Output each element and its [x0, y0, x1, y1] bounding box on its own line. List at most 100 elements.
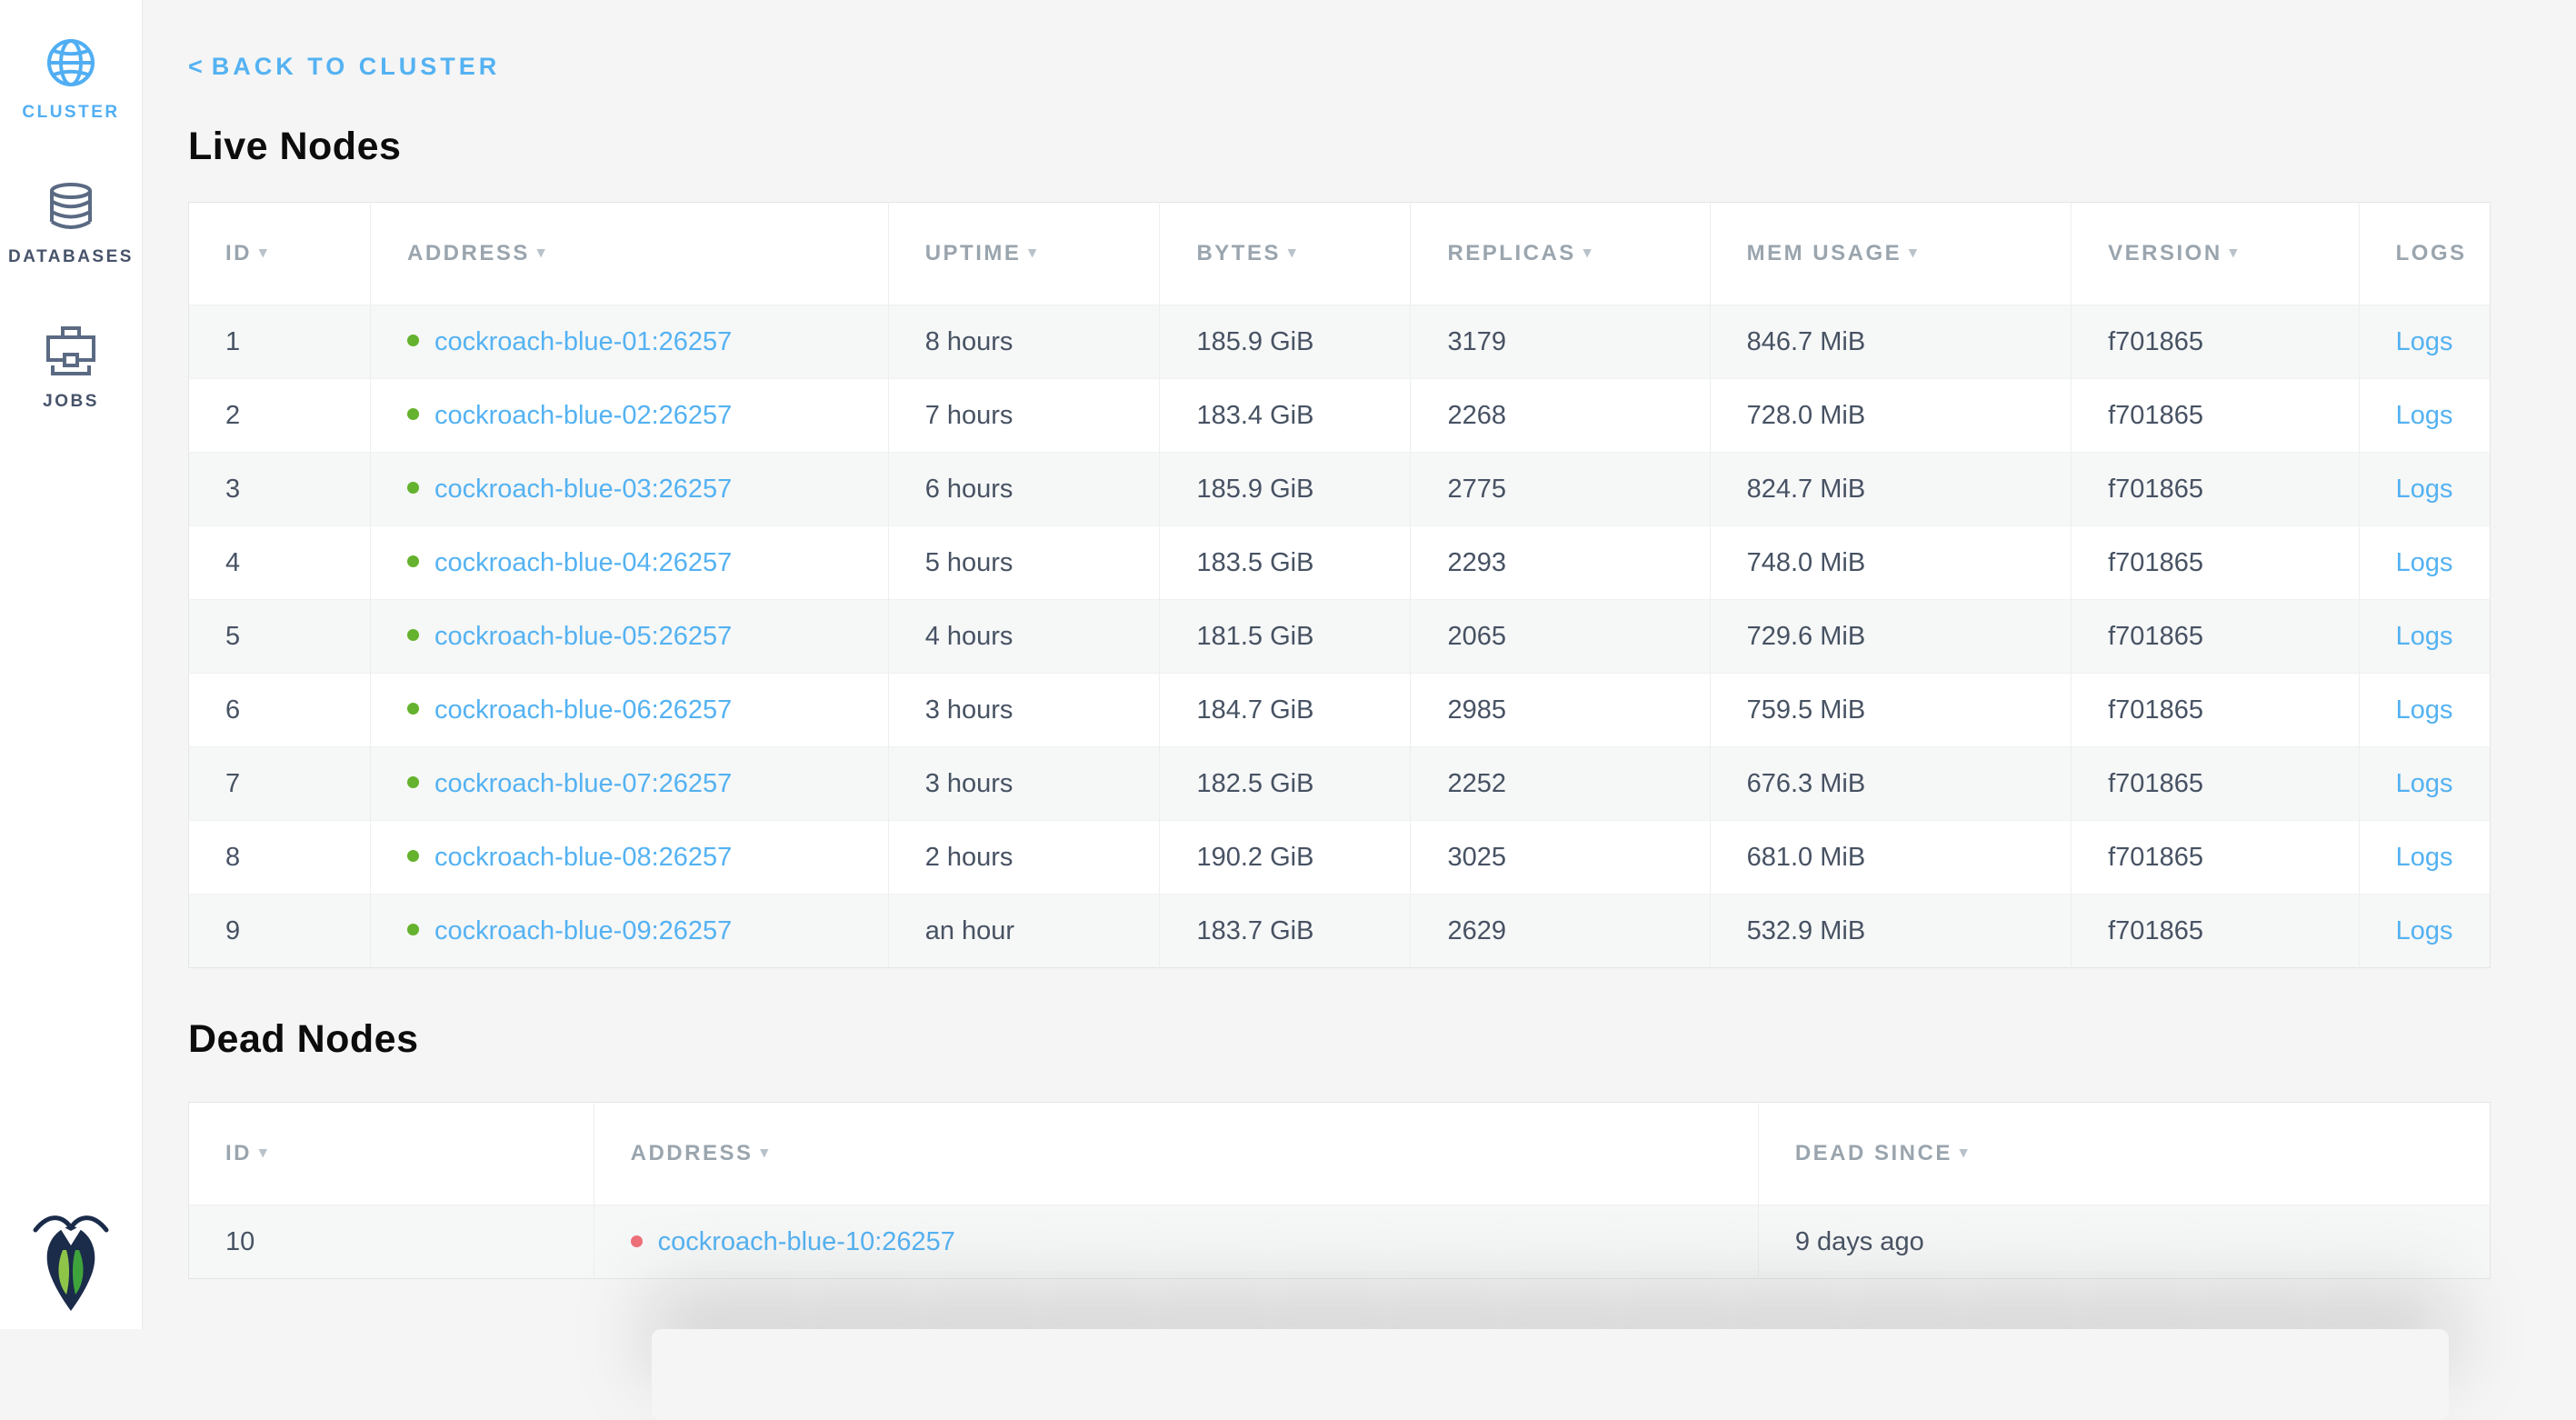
logs-link[interactable]: Logs	[2396, 548, 2453, 577]
mem-usage-cell: 676.3 MiB	[1710, 747, 2072, 821]
bytes-cell: 185.9 GiB	[1160, 453, 1411, 526]
uptime-cell: 8 hours	[888, 305, 1160, 379]
address-cell: cockroach-blue-05:26257	[371, 600, 889, 674]
column-header-label: VERSION	[2108, 241, 2222, 265]
bytes-cell: 183.5 GiB	[1160, 526, 1411, 600]
mem-usage-cell: 532.9 MiB	[1710, 895, 2072, 968]
replicas-cell: 2775	[1411, 453, 1710, 526]
node-id-cell: 5	[189, 600, 371, 674]
column-header-address[interactable]: ADDRESS ▾	[371, 203, 889, 305]
live-node-row: 9cockroach-blue-09:26257an hour183.7 GiB…	[189, 895, 2491, 968]
column-header-label: ADDRESS	[407, 241, 530, 265]
sort-arrow-icon: ▾	[537, 244, 545, 261]
node-address-link[interactable]: cockroach-blue-08:26257	[434, 843, 732, 872]
version-cell: f701865	[2072, 895, 2360, 968]
column-header-address[interactable]: ADDRESS▾	[594, 1103, 1758, 1205]
dead-node-row: 10cockroach-blue-10:262579 days ago	[189, 1205, 2491, 1279]
sidebar: CLUSTER DATABASES JOBS	[0, 0, 143, 1329]
bytes-cell: 182.5 GiB	[1160, 747, 1411, 821]
version-cell: f701865	[2072, 305, 2360, 379]
logs-cell: Logs	[2359, 453, 2490, 526]
replicas-cell: 2268	[1411, 379, 1710, 453]
node-address-link[interactable]: cockroach-blue-01:26257	[434, 327, 732, 356]
column-header-id[interactable]: ID ▾	[189, 1103, 594, 1205]
node-address-link[interactable]: cockroach-blue-04:26257	[434, 548, 732, 577]
version-cell: f701865	[2072, 379, 2360, 453]
node-id-cell: 4	[189, 526, 371, 600]
globe-icon	[43, 35, 99, 91]
node-address-link[interactable]: cockroach-blue-02:26257	[434, 401, 732, 430]
column-header-replicas[interactable]: REPLICAS▾	[1411, 203, 1710, 305]
sidebar-item-databases[interactable]: DATABASES	[0, 179, 142, 267]
live-nodes-title: Live Nodes	[188, 126, 2576, 167]
logs-cell: Logs	[2359, 747, 2490, 821]
address-cell: cockroach-blue-07:26257	[371, 747, 889, 821]
column-header-version[interactable]: VERSION ▾	[2072, 203, 2360, 305]
column-header-label: ID	[225, 241, 252, 265]
live-nodes-header-row: ID▾ADDRESS▾UPTIME▾BYTES▾REPLICAS▾MEM USA…	[189, 203, 2491, 305]
bytes-cell: 183.7 GiB	[1160, 895, 1411, 968]
bytes-cell: 185.9 GiB	[1160, 305, 1411, 379]
sort-arrow-icon: ▾	[760, 1144, 768, 1161]
column-header-label: ID	[225, 1141, 252, 1165]
sidebar-item-cluster[interactable]: CLUSTER	[0, 35, 142, 123]
logs-cell: Logs	[2359, 895, 2490, 968]
node-id-cell: 3	[189, 453, 371, 526]
logs-cell: Logs	[2359, 305, 2490, 379]
live-node-row: 3cockroach-blue-03:262576 hours185.9 GiB…	[189, 453, 2491, 526]
address-cell: cockroach-blue-02:26257	[371, 379, 889, 453]
logs-link[interactable]: Logs	[2396, 475, 2453, 504]
replicas-cell: 3025	[1411, 821, 1710, 895]
address-cell: cockroach-blue-06:26257	[371, 674, 889, 747]
dead-nodes-title: Dead Nodes	[188, 1019, 2576, 1060]
column-header-logs: LOGS	[2359, 203, 2490, 305]
logs-link[interactable]: Logs	[2396, 401, 2453, 430]
column-header-mem-usage[interactable]: MEM USAGE ▾	[1710, 203, 2072, 305]
logs-cell: Logs	[2359, 600, 2490, 674]
node-address-link[interactable]: cockroach-blue-06:26257	[434, 695, 732, 725]
sort-arrow-icon: ▾	[1909, 244, 1917, 261]
node-address-link[interactable]: cockroach-blue-09:26257	[434, 916, 732, 945]
logs-link[interactable]: Logs	[2396, 695, 2453, 725]
mem-usage-cell: 759.5 MiB	[1710, 674, 2072, 747]
logs-link[interactable]: Logs	[2396, 769, 2453, 798]
column-header-label: UPTIME	[925, 241, 1022, 265]
column-header-bytes[interactable]: BYTES▾	[1160, 203, 1411, 305]
column-header-label: MEM USAGE	[1747, 241, 1902, 265]
node-status-dot-icon	[631, 1235, 643, 1247]
node-status-dot-icon	[407, 776, 419, 788]
sort-arrow-icon: ▾	[1960, 1144, 1968, 1161]
bytes-cell: 190.2 GiB	[1160, 821, 1411, 895]
sort-arrow-icon: ▾	[2230, 244, 2238, 261]
logs-link[interactable]: Logs	[2396, 327, 2453, 356]
column-header-label: DEAD SINCE	[1795, 1141, 1952, 1165]
live-node-row: 1cockroach-blue-01:262578 hours185.9 GiB…	[189, 305, 2491, 379]
uptime-cell: an hour	[888, 895, 1160, 968]
version-cell: f701865	[2072, 453, 2360, 526]
briefcase-icon	[43, 324, 99, 380]
sort-arrow-icon: ▾	[1583, 244, 1592, 261]
column-header-dead-since[interactable]: DEAD SINCE ▾	[1758, 1103, 2490, 1205]
logs-link[interactable]: Logs	[2396, 916, 2453, 945]
live-node-row: 4cockroach-blue-04:262575 hours183.5 GiB…	[189, 526, 2491, 600]
address-cell: cockroach-blue-09:26257	[371, 895, 889, 968]
offscreen-element-shadow	[652, 1329, 2449, 1420]
node-address-link[interactable]: cockroach-blue-05:26257	[434, 622, 732, 651]
address-cell: cockroach-blue-10:26257	[594, 1205, 1758, 1279]
logs-link[interactable]: Logs	[2396, 622, 2453, 651]
sidebar-item-jobs[interactable]: JOBS	[0, 324, 142, 412]
column-header-id[interactable]: ID ▾	[189, 203, 371, 305]
sidebar-item-label: DATABASES	[8, 247, 134, 267]
version-cell: f701865	[2072, 747, 2360, 821]
column-header-uptime[interactable]: UPTIME▾	[888, 203, 1160, 305]
sort-arrow-icon: ▾	[259, 244, 267, 261]
sort-arrow-icon: ▾	[259, 1144, 267, 1161]
node-address-link[interactable]: cockroach-blue-10:26257	[658, 1227, 955, 1256]
address-cell: cockroach-blue-01:26257	[371, 305, 889, 379]
live-node-row: 2cockroach-blue-02:262577 hours183.4 GiB…	[189, 379, 2491, 453]
node-address-link[interactable]: cockroach-blue-03:26257	[434, 475, 732, 504]
node-address-link[interactable]: cockroach-blue-07:26257	[434, 769, 732, 798]
address-cell: cockroach-blue-03:26257	[371, 453, 889, 526]
logs-link[interactable]: Logs	[2396, 843, 2453, 872]
back-to-cluster-link[interactable]: <BACK TO CLUSTER	[188, 53, 500, 81]
